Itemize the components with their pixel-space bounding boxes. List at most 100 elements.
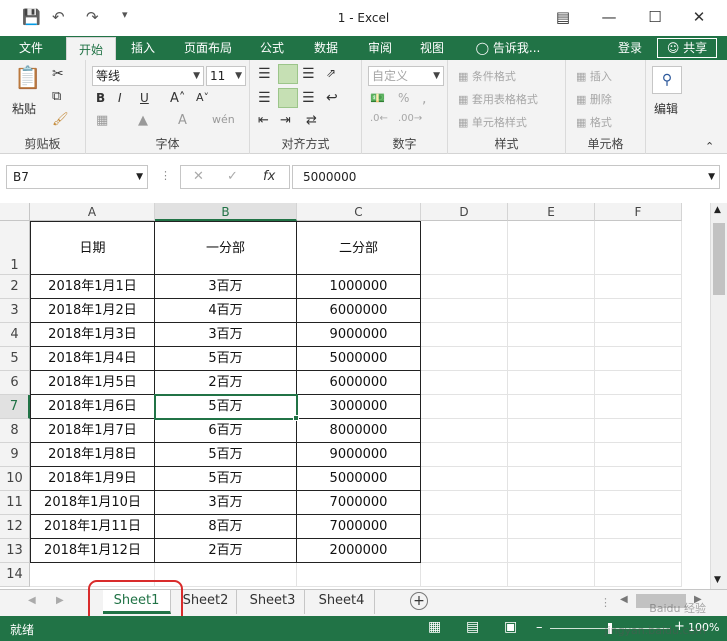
table-cell[interactable]: 6000000 (297, 299, 421, 323)
vertical-scrollbar[interactable]: ▲ ▼ (710, 203, 727, 589)
empty-cell[interactable] (595, 467, 682, 491)
table-cell[interactable]: 4百万 (155, 299, 297, 323)
empty-cell[interactable] (421, 395, 508, 419)
empty-cell[interactable] (297, 563, 421, 587)
tab-page-layout[interactable]: 页面布局 (176, 36, 240, 60)
tab-formulas[interactable]: 公式 (250, 36, 294, 60)
table-cell[interactable]: 2018年1月11日 (30, 515, 155, 539)
cancel-icon[interactable]: ✕ (193, 169, 204, 184)
empty-cell[interactable] (508, 539, 595, 563)
table-cell[interactable]: 2018年1月4日 (30, 347, 155, 371)
paste-button[interactable]: 粘贴 (12, 100, 36, 117)
table-cell[interactable]: 6百万 (155, 419, 297, 443)
sheet-tab-sheet4[interactable]: Sheet4 (309, 590, 375, 614)
number-format-select[interactable]: 自定义 ▼ (368, 66, 444, 86)
increase-indent-icon[interactable]: ⇥ (280, 113, 291, 128)
header-cell[interactable]: 一分部 (155, 221, 297, 275)
bold-button[interactable]: B (96, 91, 105, 105)
search-icon[interactable]: ⚲ (652, 66, 682, 94)
paste-icon[interactable]: 📋 (14, 66, 41, 91)
empty-cell[interactable] (508, 419, 595, 443)
empty-cell[interactable] (508, 395, 595, 419)
empty-cell[interactable] (508, 221, 595, 275)
table-cell[interactable]: 2018年1月9日 (30, 467, 155, 491)
empty-cell[interactable] (595, 323, 682, 347)
insert-cells-button[interactable]: ▦ 插入 (576, 68, 612, 84)
italic-button[interactable]: I (118, 91, 122, 105)
empty-cell[interactable] (421, 221, 508, 275)
empty-cell[interactable] (508, 323, 595, 347)
phonetic-icon[interactable]: wén (212, 113, 235, 126)
table-cell[interactable]: 2018年1月7日 (30, 419, 155, 443)
row-header-5[interactable]: 5 (0, 347, 30, 371)
table-cell[interactable]: 1000000 (297, 275, 421, 299)
empty-cell[interactable] (421, 467, 508, 491)
cell-styles-button[interactable]: ▦ 单元格样式 (458, 114, 527, 130)
tell-me-box[interactable]: ◯ 告诉我... (468, 36, 548, 60)
row-header-14[interactable]: 14 (0, 563, 30, 587)
maximize-button[interactable]: ☐ (640, 6, 670, 28)
row-header-6[interactable]: 6 (0, 371, 30, 395)
header-cell[interactable]: 二分部 (297, 221, 421, 275)
fill-color-icon[interactable]: ▲ (138, 113, 148, 128)
align-bottom-icon[interactable]: ☰ (302, 66, 315, 82)
header-cell[interactable]: 日期 (30, 221, 155, 275)
empty-cell[interactable] (421, 275, 508, 299)
table-cell[interactable]: 5百万 (155, 347, 297, 371)
empty-cell[interactable] (421, 515, 508, 539)
font-name-select[interactable]: 等线 ▼ (92, 66, 204, 86)
close-button[interactable]: ✕ (684, 6, 714, 28)
font-color-icon[interactable]: A (178, 113, 187, 128)
align-right-icon[interactable]: ☰ (302, 90, 315, 106)
empty-cell[interactable] (421, 443, 508, 467)
orientation-icon[interactable]: ⇗ (326, 66, 336, 80)
table-cell[interactable]: 5000000 (297, 347, 421, 371)
row-header-11[interactable]: 11 (0, 491, 30, 515)
row-header-13[interactable]: 13 (0, 539, 30, 563)
column-header-e[interactable]: E (508, 203, 595, 221)
page-layout-view-icon[interactable]: ▤ (466, 619, 479, 635)
empty-cell[interactable] (508, 347, 595, 371)
table-cell[interactable]: 2018年1月2日 (30, 299, 155, 323)
row-header-7[interactable]: 7 (0, 395, 30, 419)
table-cell[interactable]: 2018年1月6日 (30, 395, 155, 419)
comma-icon[interactable]: , (422, 91, 426, 107)
table-cell[interactable]: 5000000 (297, 467, 421, 491)
table-cell[interactable]: 2018年1月1日 (30, 275, 155, 299)
new-sheet-icon[interactable]: + (410, 592, 428, 610)
name-box[interactable]: B7 ▼ (6, 165, 148, 189)
worksheet-grid[interactable]: ABCDEF 1 2 3 4 5 6 7 8 9 10 11 12 13 14 日期 一分部 二分部 2018年… (0, 203, 727, 589)
format-painter-icon[interactable]: 🖌 (52, 112, 69, 127)
tab-insert[interactable]: 插入 (120, 36, 166, 60)
table-cell[interactable]: 8000000 (297, 419, 421, 443)
next-sheet-icon[interactable]: ▶ (56, 595, 64, 606)
empty-cell[interactable] (508, 515, 595, 539)
increase-font-icon[interactable]: A˄ (170, 91, 185, 106)
formula-input[interactable]: 5000000 ▼ (292, 165, 720, 189)
minimize-button[interactable]: — (594, 6, 624, 28)
tab-data[interactable]: 数据 (304, 36, 348, 60)
table-cell[interactable]: 9000000 (297, 443, 421, 467)
tab-file[interactable]: 文件 (0, 36, 62, 60)
table-cell[interactable]: 6000000 (297, 371, 421, 395)
table-cell[interactable]: 2018年1月12日 (30, 539, 155, 563)
tab-review[interactable]: 审阅 (358, 36, 402, 60)
row-header-9[interactable]: 9 (0, 443, 30, 467)
align-left-icon[interactable]: ☰ (258, 90, 271, 106)
empty-cell[interactable] (595, 515, 682, 539)
table-cell[interactable]: 2百万 (155, 539, 297, 563)
empty-cell[interactable] (421, 347, 508, 371)
table-cell[interactable]: 2000000 (297, 539, 421, 563)
table-cell[interactable]: 3百万 (155, 323, 297, 347)
align-center-icon[interactable] (278, 88, 298, 108)
decrease-indent-icon[interactable]: ⇤ (258, 113, 269, 128)
insert-function-icon[interactable]: fx (263, 169, 275, 184)
tab-view[interactable]: 视图 (410, 36, 454, 60)
row-header-4[interactable]: 4 (0, 323, 30, 347)
copy-icon[interactable]: ⧉ (52, 89, 61, 104)
wrap-text-icon[interactable]: ↩ (326, 90, 338, 106)
row-header-2[interactable]: 2 (0, 275, 30, 299)
border-icon[interactable]: ▦ (96, 113, 108, 128)
format-as-table-button[interactable]: ▦ 套用表格格式 (458, 91, 538, 107)
table-cell[interactable]: 3000000 (297, 395, 421, 419)
